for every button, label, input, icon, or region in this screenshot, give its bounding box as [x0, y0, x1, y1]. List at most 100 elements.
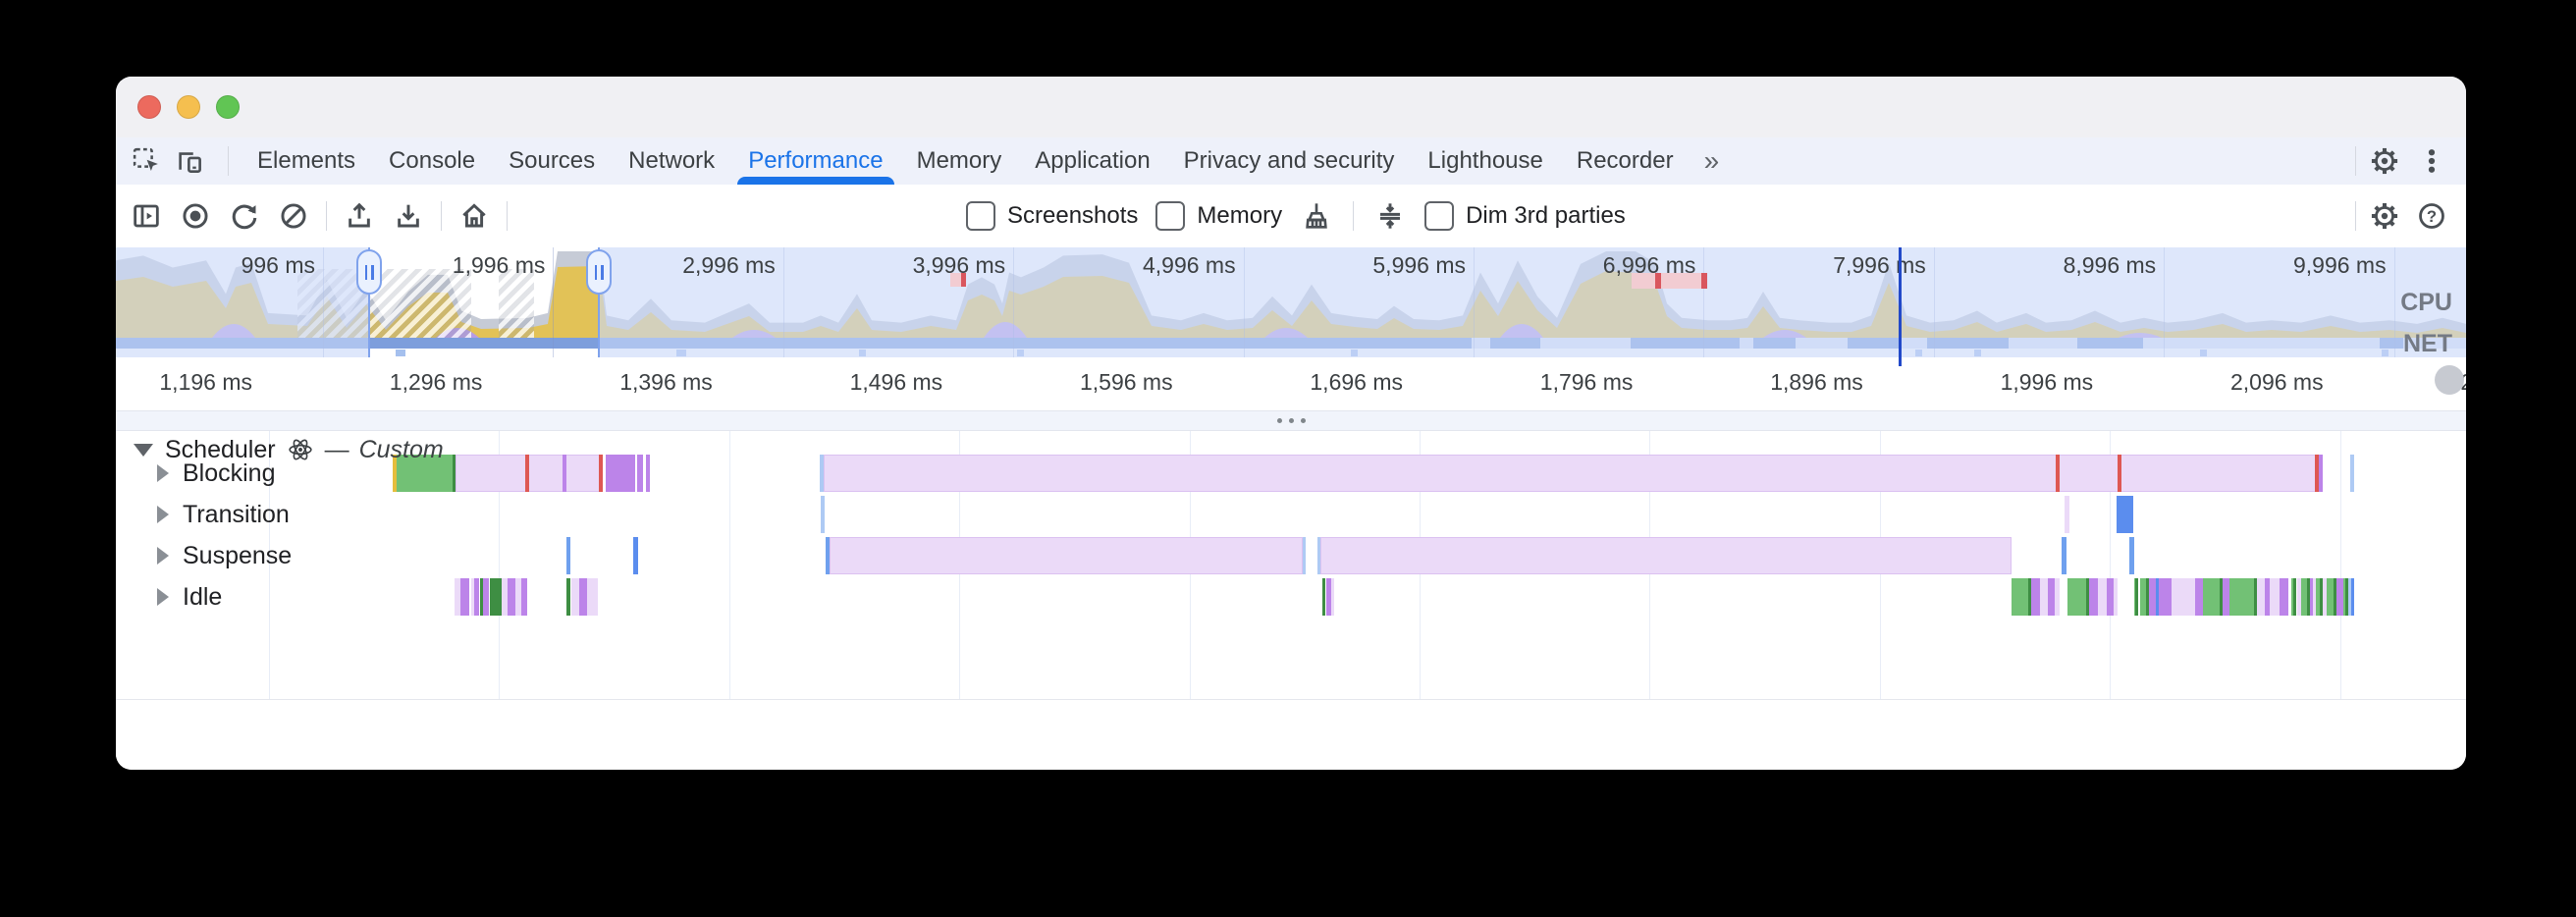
capture-settings-gear-icon[interactable]	[2368, 199, 2401, 233]
flame-segment-green[interactable]	[2012, 578, 2031, 616]
flame-segment-blue[interactable]	[2351, 578, 2354, 616]
flame-segment-lav[interactable]	[456, 455, 603, 492]
flame-segment-lav[interactable]	[2172, 578, 2185, 616]
track-row-suspense[interactable]: Suspense	[116, 537, 292, 574]
close-button[interactable]	[137, 95, 161, 119]
playhead-line[interactable]	[1899, 247, 1902, 357]
flame-segment-purple[interactable]	[474, 578, 479, 616]
flame-segment-green[interactable]	[2067, 578, 2089, 616]
flame-segment-purple[interactable]	[508, 578, 515, 616]
flame-segment-lblue[interactable]	[2350, 455, 2354, 492]
more-tabs-button[interactable]: »	[1690, 145, 1734, 177]
flame-segment-purple[interactable]	[2195, 578, 2203, 616]
screenshots-checkbox-box[interactable]	[966, 201, 995, 231]
flame-segment-lav[interactable]	[2270, 578, 2280, 616]
flame-segment-blue2[interactable]	[566, 537, 570, 574]
record-icon[interactable]	[179, 199, 212, 233]
flame-segment-lav[interactable]	[830, 537, 1303, 574]
flame-segment-green[interactable]	[2203, 578, 2223, 616]
flame-segment-lav[interactable]	[2098, 578, 2107, 616]
flame-segment-purple[interactable]	[563, 455, 566, 492]
tab-memory[interactable]: Memory	[900, 137, 1019, 185]
selection-handle-right[interactable]	[586, 249, 612, 295]
flame-segment-purple[interactable]	[483, 578, 489, 616]
flame-segment-green[interactable]	[2229, 578, 2257, 616]
record-and-reload-icon[interactable]	[228, 199, 261, 233]
flame-segment-lav[interactable]	[2055, 578, 2060, 616]
memory-checkbox[interactable]: Memory	[1155, 201, 1282, 231]
flame-segment-purple[interactable]	[460, 578, 469, 616]
flame-segment-lav[interactable]	[2040, 578, 2048, 616]
expand-triangle-icon[interactable]	[157, 506, 169, 523]
tab-application[interactable]: Application	[1018, 137, 1166, 185]
collect-garbage-icon[interactable]	[1300, 199, 1333, 233]
flame-segment-green[interactable]	[2316, 578, 2323, 616]
expand-triangle-icon[interactable]	[157, 464, 169, 482]
flame-segment-purple[interactable]	[2048, 578, 2055, 616]
tab-console[interactable]: Console	[372, 137, 492, 185]
flame-segment-red[interactable]	[2118, 455, 2121, 492]
screenshots-checkbox[interactable]: Screenshots	[966, 201, 1138, 231]
flame-segment-purple[interactable]	[579, 578, 587, 616]
clear-recording-icon[interactable]	[277, 199, 310, 233]
flame-segment-dgreen[interactable]	[566, 578, 570, 616]
flame-segment-purple[interactable]	[2223, 578, 2229, 616]
more-tracks-handle[interactable]	[116, 410, 2466, 431]
track-row-transition[interactable]: Transition	[116, 496, 290, 533]
dim-3rd-parties-checkbox[interactable]: Dim 3rd parties	[1424, 201, 1626, 231]
settings-gear-icon[interactable]	[2368, 144, 2401, 178]
device-toolbar-icon[interactable]	[173, 144, 206, 178]
selection-handle-left[interactable]	[356, 249, 382, 295]
flame-segment-purple[interactable]	[2159, 578, 2172, 616]
dim-3rd-parties-checkbox-box[interactable]	[1424, 201, 1454, 231]
tab-performance[interactable]: Performance	[731, 137, 899, 185]
track-row-blocking[interactable]: Blocking	[116, 455, 276, 492]
tab-recorder[interactable]: Recorder	[1560, 137, 1690, 185]
expand-triangle-icon[interactable]	[157, 547, 169, 565]
flame-segment-purple[interactable]	[2280, 578, 2288, 616]
flame-segment-purple[interactable]	[521, 578, 527, 616]
flame-segment-lav[interactable]	[1320, 537, 2012, 574]
flame-segment-green[interactable]	[2301, 578, 2310, 616]
flame-segment-blue[interactable]	[633, 537, 638, 574]
flame-segment-red[interactable]	[2056, 455, 2060, 492]
flame-segment-blue2[interactable]	[2129, 537, 2134, 574]
flame-segment-lav[interactable]	[2065, 496, 2069, 533]
flame-segment-lblue[interactable]	[1303, 537, 1306, 574]
flame-segment-lav[interactable]	[1331, 578, 1334, 616]
flame-segment-purple[interactable]	[2336, 578, 2343, 616]
flame-segment-lav[interactable]	[2257, 578, 2265, 616]
show-sidebar-icon[interactable]	[130, 199, 163, 233]
flame-segment-purple[interactable]	[2149, 578, 2156, 616]
flame-segment-purple[interactable]	[2089, 578, 2098, 616]
flame-segment-green[interactable]	[2140, 578, 2149, 616]
flame-segment-lav[interactable]	[824, 455, 2321, 492]
main-menu-kebab-icon[interactable]	[2415, 144, 2448, 178]
tab-network[interactable]: Network	[612, 137, 731, 185]
flame-segment-dgreen[interactable]	[490, 578, 502, 616]
flame-segment-lav[interactable]	[571, 578, 579, 616]
scrollbar-thumb[interactable]	[2435, 365, 2464, 395]
flame-segment-purple[interactable]	[606, 455, 635, 492]
flame-segment-purple[interactable]	[2319, 455, 2323, 492]
flame-segment-lav[interactable]	[2185, 578, 2195, 616]
flame-segment-lav[interactable]	[587, 578, 598, 616]
memory-checkbox-box[interactable]	[1155, 201, 1185, 231]
flame-segment-green[interactable]	[2134, 578, 2138, 616]
tab-lighthouse[interactable]: Lighthouse	[1411, 137, 1559, 185]
tab-privacy-and-security[interactable]: Privacy and security	[1167, 137, 1412, 185]
flame-segment-red[interactable]	[525, 455, 529, 492]
help-icon[interactable]: ?	[2415, 199, 2448, 233]
flame-segment-green[interactable]	[2327, 578, 2336, 616]
flame-segment-red[interactable]	[599, 455, 603, 492]
flame-segment-lblue[interactable]	[821, 496, 825, 533]
minimize-button[interactable]	[177, 95, 200, 119]
tab-sources[interactable]: Sources	[492, 137, 612, 185]
flame-segment-dgreen[interactable]	[1322, 578, 1325, 616]
download-profile-icon[interactable]	[392, 199, 425, 233]
timeline-overview[interactable]: 996 ms1,996 ms2,996 ms3,996 ms4,996 ms5,…	[116, 247, 2466, 358]
flame-segment-purple[interactable]	[637, 455, 643, 492]
expand-triangle-icon[interactable]	[157, 588, 169, 606]
tab-elements[interactable]: Elements	[241, 137, 372, 185]
home-icon[interactable]	[457, 199, 491, 233]
